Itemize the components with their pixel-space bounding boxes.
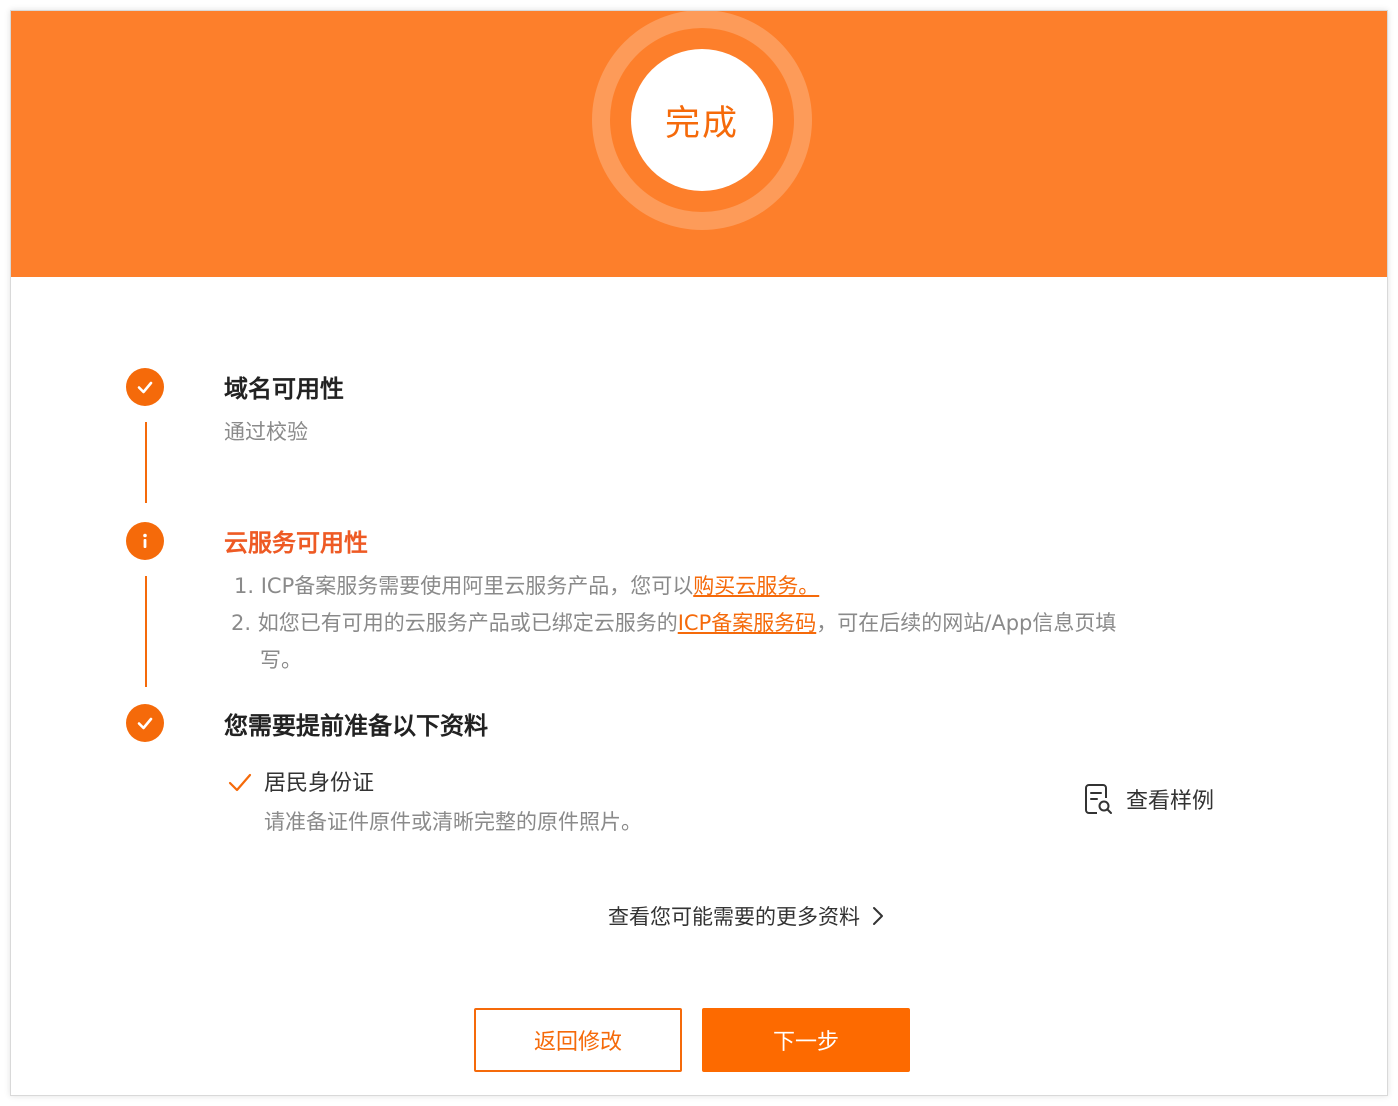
- step-1-check-icon: [126, 368, 164, 406]
- view-sample-link[interactable]: 查看样例: [1084, 783, 1214, 815]
- more-materials-label: 查看您可能需要的更多资料: [608, 905, 860, 929]
- cloud-note-2: 2. 如您已有可用的云服务产品或已绑定云服务的ICP备案服务码，可在后续的网站/…: [231, 605, 1116, 642]
- registration-card: 完成 域名可用性 通过校验 云服务可用性 1. ICP备案服务需要使用阿里云服务…: [10, 10, 1388, 1096]
- buy-cloud-service-link[interactable]: 购买云服务。: [693, 574, 819, 598]
- more-materials-link[interactable]: 查看您可能需要的更多资料: [608, 901, 888, 931]
- cloud-note-2-suffix: ，可在后续的网站/App信息页填: [816, 611, 1117, 635]
- document-check-icon: [228, 773, 252, 792]
- next-step-button[interactable]: 下一步: [702, 1008, 910, 1072]
- status-label: 完成: [664, 103, 739, 144]
- step-connector-2: [145, 576, 147, 687]
- document-search-icon: [1085, 784, 1112, 814]
- view-sample-label: 查看样例: [1126, 789, 1215, 814]
- cloud-note-1: 1. ICP备案服务需要使用阿里云服务产品，您可以购买云服务。: [234, 568, 819, 605]
- step-connector-1: [145, 422, 147, 503]
- chevron-right-icon: [873, 907, 883, 925]
- step-3-title: 您需要提前准备以下资料: [224, 712, 488, 740]
- document-name: 居民身份证: [264, 771, 375, 796]
- cloud-note-1-text: 1. ICP备案服务需要使用阿里云服务产品，您可以: [234, 574, 694, 598]
- cloud-note-2-wrap: 写。: [260, 648, 302, 672]
- step-1-subtitle: 通过校验: [224, 420, 308, 444]
- step-2-info-icon: [126, 522, 164, 560]
- step-3-check-icon: [126, 704, 164, 742]
- step-2-title: 云服务可用性: [224, 529, 368, 557]
- status-banner: 完成: [11, 11, 1387, 277]
- step-1-title: 域名可用性: [224, 375, 344, 403]
- icp-service-code-link[interactable]: ICP备案服务码: [678, 611, 817, 635]
- cloud-note-2-text: 2. 如您已有可用的云服务产品或已绑定云服务的: [231, 611, 678, 635]
- back-edit-button[interactable]: 返回修改: [474, 1008, 682, 1072]
- status-badge: 完成: [631, 49, 773, 191]
- document-description: 请准备证件原件或清晰完整的原件照片。: [264, 810, 642, 834]
